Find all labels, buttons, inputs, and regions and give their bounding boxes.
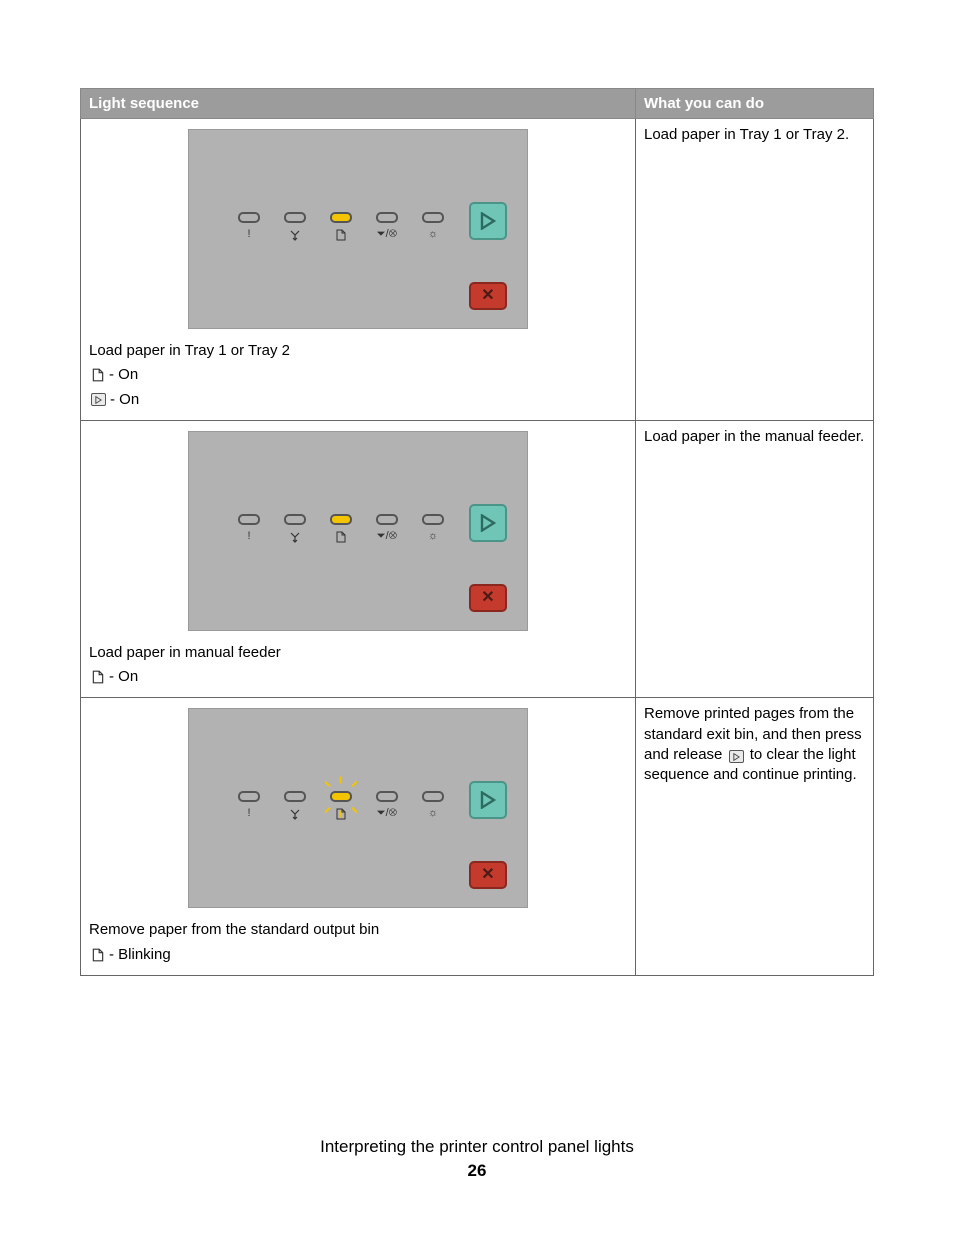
paper-icon [89,947,107,963]
jam-icon [289,808,301,823]
exclaim-icon: ! [247,808,250,819]
light-state: - On [89,390,627,410]
ready-icon: ☼ [428,808,438,819]
toner-icon: ⏷/⊗ [377,531,397,542]
load-paper-light-blinking [330,791,352,802]
ready-icon: ☼ [428,531,438,542]
light-state: - Blinking [89,945,627,965]
table-row: ! ⏷/⊗ ☼ [81,698,874,976]
table-row: ! ⏷/⊗ ☼ ✕ Load paper in Tray 1 or Tray 2… [81,119,874,421]
sequence-caption: Load paper in manual feeder [89,643,627,663]
header-what-you-can-do: What you can do [636,89,874,119]
continue-button [469,781,507,819]
jam-icon [289,531,301,546]
cancel-button: ✕ [469,584,507,612]
paper-icon [89,669,107,685]
action-text: Remove printed pages from the standard e… [636,698,874,976]
paper-icon [89,367,107,383]
continue-button [469,202,507,240]
table-row: ! ⏷/⊗ ☼ ✕ Load paper in manual feeder - … [81,420,874,698]
load-paper-light-on [330,514,352,525]
action-text: Load paper in Tray 1 or Tray 2. [636,119,874,421]
continue-icon [91,393,106,406]
exclaim-icon: ! [247,531,250,542]
printer-panel: ! ⏷/⊗ ☼ ✕ [188,129,528,329]
paper-icon [336,531,346,546]
toner-icon: ⏷/⊗ [377,229,397,240]
printer-panel: ! ⏷/⊗ ☼ [188,708,528,908]
paper-icon [336,229,346,244]
jam-icon [289,229,301,244]
action-text: Load paper in the manual feeder. [636,420,874,698]
footer-title: Interpreting the printer control panel l… [0,1137,954,1157]
page-number: 26 [0,1161,954,1181]
cancel-button: ✕ [469,861,507,889]
header-light-sequence: Light sequence [81,89,636,119]
light-state: - On [89,667,627,687]
cancel-button: ✕ [469,282,507,310]
exclaim-icon: ! [247,229,250,240]
light-state: - On [89,365,627,385]
light-sequence-table: Light sequence What you can do ! ⏷/⊗ ☼ [80,88,874,976]
toner-icon: ⏷/⊗ [377,808,397,819]
printer-panel: ! ⏷/⊗ ☼ ✕ [188,431,528,631]
page-footer: Interpreting the printer control panel l… [0,1137,954,1181]
ready-icon: ☼ [428,229,438,240]
load-paper-light-on [330,212,352,223]
continue-icon [729,750,744,763]
sequence-caption: Load paper in Tray 1 or Tray 2 [89,341,627,361]
sequence-caption: Remove paper from the standard output bi… [89,920,627,940]
continue-button [469,504,507,542]
